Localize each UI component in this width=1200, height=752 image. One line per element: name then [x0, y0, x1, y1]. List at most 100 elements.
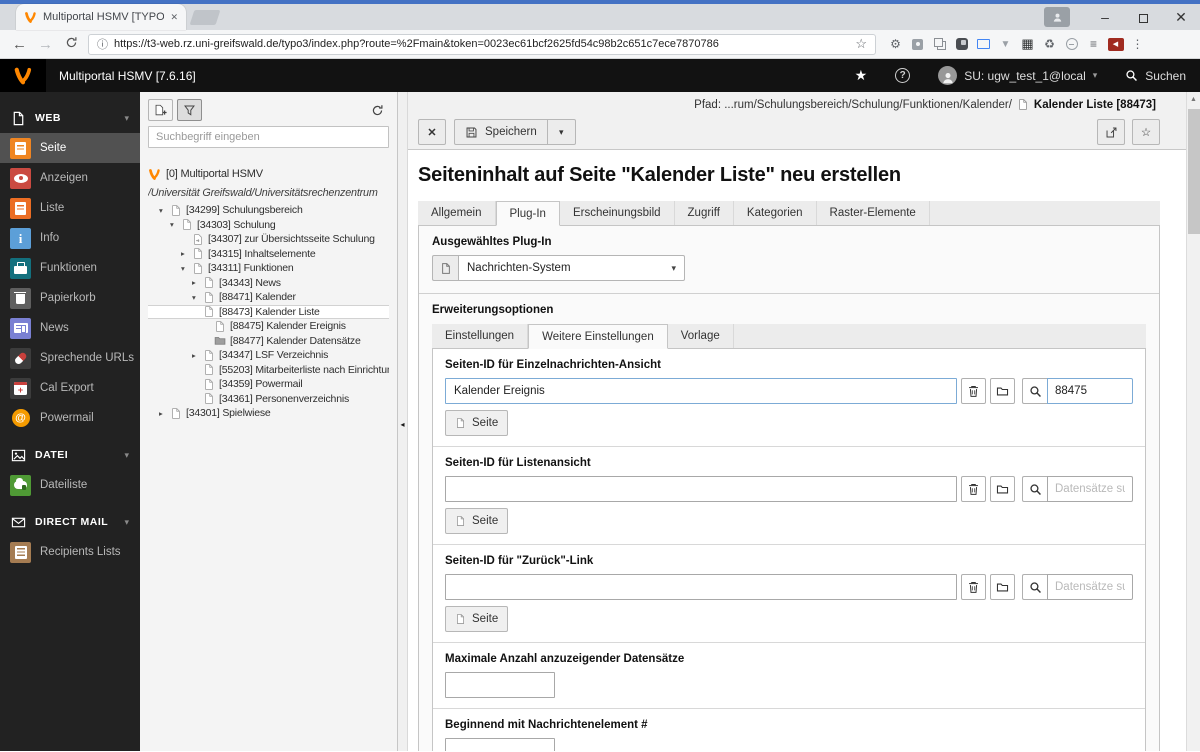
browser-tab[interactable]: Multiportal HSMV [TYPO ✕ [16, 4, 186, 30]
tree-item[interactable]: ▸ [34347] LSF Verzeichnis [148, 348, 389, 363]
module-cal-export[interactable]: + Cal Export [0, 373, 140, 403]
tree-item-selected[interactable]: [88473] Kalender Liste [148, 304, 389, 319]
start-element-input[interactable] [445, 738, 555, 751]
tab-allgemein[interactable]: Allgemein [418, 201, 496, 225]
browse-records-button[interactable] [990, 378, 1015, 404]
tab-zugriff[interactable]: Zugriff [675, 201, 734, 225]
module-seite[interactable]: Seite [0, 133, 140, 163]
bookmark-page-button[interactable]: ☆ [1132, 119, 1160, 145]
plugin-select[interactable]: Nachrichten-System ▾ [432, 255, 685, 281]
extension-gear-icon[interactable]: ⚙ [887, 36, 904, 53]
tree-item[interactable]: ▾ [34299] Schulungsbereich [148, 203, 389, 218]
module-info[interactable]: i Info [0, 223, 140, 253]
vertical-scrollbar[interactable]: ▲ [1186, 92, 1200, 751]
browse-records-button[interactable] [990, 574, 1015, 600]
tree-item[interactable]: [55203] Mitarbeiterliste nach Einrichtun… [148, 363, 389, 378]
tab-einstellungen[interactable]: Einstellungen [432, 324, 529, 348]
tree-item[interactable]: ▸ [34301] Spielwiese [148, 406, 389, 421]
record-search-input[interactable] [1047, 574, 1133, 600]
search-records-button[interactable] [1022, 476, 1047, 502]
forward-button[interactable]: → [36, 36, 55, 53]
url-bar[interactable]: ⓘ https://t3-web.rz.uni-greifswald.de/ty… [88, 33, 876, 55]
expand-icon[interactable]: ▾ [170, 220, 181, 229]
tree-item[interactable]: [34359] Powermail [148, 377, 389, 392]
bookmark-toolbar-button[interactable]: ★ [841, 59, 882, 92]
typo3-logo[interactable] [0, 59, 46, 92]
tab-kategorien[interactable]: Kategorien [734, 201, 817, 225]
tab-vorlage[interactable]: Vorlage [668, 324, 734, 348]
tab-close-icon[interactable]: ✕ [170, 12, 178, 23]
browser-profile-button[interactable] [1044, 7, 1070, 27]
user-menu[interactable]: SU: ugw_test_1@local ▾ [924, 59, 1111, 92]
extension-speaker-icon[interactable]: ◀ [1107, 36, 1124, 53]
window-close-button[interactable]: ✕ [1162, 2, 1200, 32]
close-document-button[interactable]: ✕ [418, 119, 446, 145]
scrollbar-thumb[interactable] [1188, 109, 1200, 234]
back-button[interactable]: ← [10, 36, 29, 53]
tree-item[interactable]: ▸ [34315] Inhaltselemente [148, 247, 389, 262]
tree-splitter[interactable]: ◂ [398, 92, 408, 751]
extension-screenshot-icon[interactable] [975, 36, 992, 53]
tree-item[interactable]: [88475] Kalender Ereignis [148, 319, 389, 334]
module-group-web[interactable]: WEB ▾ [0, 103, 140, 133]
search-records-button[interactable] [1022, 378, 1047, 404]
expand-icon[interactable]: ▾ [192, 293, 203, 302]
clear-field-button[interactable] [961, 476, 986, 502]
save-options-button[interactable]: ▾ [547, 119, 576, 145]
module-papierkorb[interactable]: Papierkorb [0, 283, 140, 313]
record-search-input[interactable] [1047, 476, 1133, 502]
tree-item[interactable]: [34307] zur Übersichtsseite Schulung [148, 232, 389, 247]
collapse-icon[interactable]: ▸ [181, 249, 192, 258]
tab-weitere-einstellungen[interactable]: Weitere Einstellungen [528, 324, 668, 349]
module-recipients-lists[interactable]: Recipients Lists [0, 537, 140, 567]
extension-recycle-icon[interactable]: ♻ [1041, 36, 1058, 53]
module-anzeigen[interactable]: Anzeigen [0, 163, 140, 193]
tree-item[interactable]: ▸ [34343] News [148, 276, 389, 291]
list-view-input[interactable] [445, 476, 957, 502]
new-page-button[interactable] [148, 99, 173, 121]
tab-plug-in[interactable]: Plug-In [495, 201, 560, 226]
tree-root-item[interactable]: [0] Multiportal HSMV [148, 165, 389, 183]
search-toolbar-button[interactable]: Suchen [1111, 59, 1200, 92]
collapse-icon[interactable]: ▸ [159, 409, 170, 418]
filter-button[interactable] [177, 99, 202, 121]
clear-field-button[interactable] [961, 378, 986, 404]
max-records-input[interactable] [445, 672, 555, 698]
single-view-input[interactable] [445, 378, 957, 404]
site-info-icon[interactable]: ⓘ [97, 36, 108, 52]
module-liste[interactable]: Liste [0, 193, 140, 223]
extension-copy-icon[interactable] [931, 36, 948, 53]
module-group-direct-mail[interactable]: DIRECT MAIL ▾ [0, 507, 140, 537]
tree-item[interactable]: ▾ [34311] Funktionen [148, 261, 389, 276]
expand-icon[interactable]: ▾ [159, 206, 170, 215]
window-minimize-button[interactable]: – [1086, 2, 1124, 32]
collapse-icon[interactable]: ▸ [192, 351, 203, 360]
new-tab-button[interactable] [189, 10, 221, 25]
browse-records-button[interactable] [990, 476, 1015, 502]
browser-menu-button[interactable]: ⋮ [1129, 36, 1146, 53]
collapse-icon[interactable]: ▸ [192, 278, 203, 287]
view-webpage-button[interactable] [1097, 119, 1125, 145]
seite-button[interactable]: Seite [445, 410, 509, 436]
tab-raster-elemente[interactable]: Raster-Elemente [817, 201, 930, 225]
tree-item[interactable]: ▾ [34303] Schulung [148, 218, 389, 233]
extension-filter-icon[interactable]: ▼ [997, 36, 1014, 53]
extension-lines-icon[interactable]: ≡ [1085, 36, 1102, 53]
scroll-up-arrow[interactable]: ▲ [1187, 92, 1200, 107]
bookmark-star-icon[interactable]: ☆ [855, 36, 867, 52]
module-sprechende-urls[interactable]: Sprechende URLs [0, 343, 140, 373]
reload-button[interactable] [62, 36, 81, 53]
extension-qr-icon[interactable]: ▦ [1019, 36, 1036, 53]
collapse-tree-handle[interactable]: ◂ [398, 412, 407, 436]
module-group-datei[interactable]: DATEI ▾ [0, 440, 140, 470]
tab-erscheinungsbild[interactable]: Erscheinungsbild [560, 201, 675, 225]
search-records-button[interactable] [1022, 574, 1047, 600]
module-news[interactable]: News [0, 313, 140, 343]
seite-button[interactable]: Seite [445, 606, 509, 632]
extension-puzzle-icon[interactable] [909, 36, 926, 53]
record-search-input[interactable] [1047, 378, 1133, 404]
module-dateiliste[interactable]: Dateiliste [0, 470, 140, 500]
tree-item[interactable]: [34361] Personenverzeichnis [148, 392, 389, 407]
extension-dark-square-icon[interactable] [953, 36, 970, 53]
back-link-input[interactable] [445, 574, 957, 600]
